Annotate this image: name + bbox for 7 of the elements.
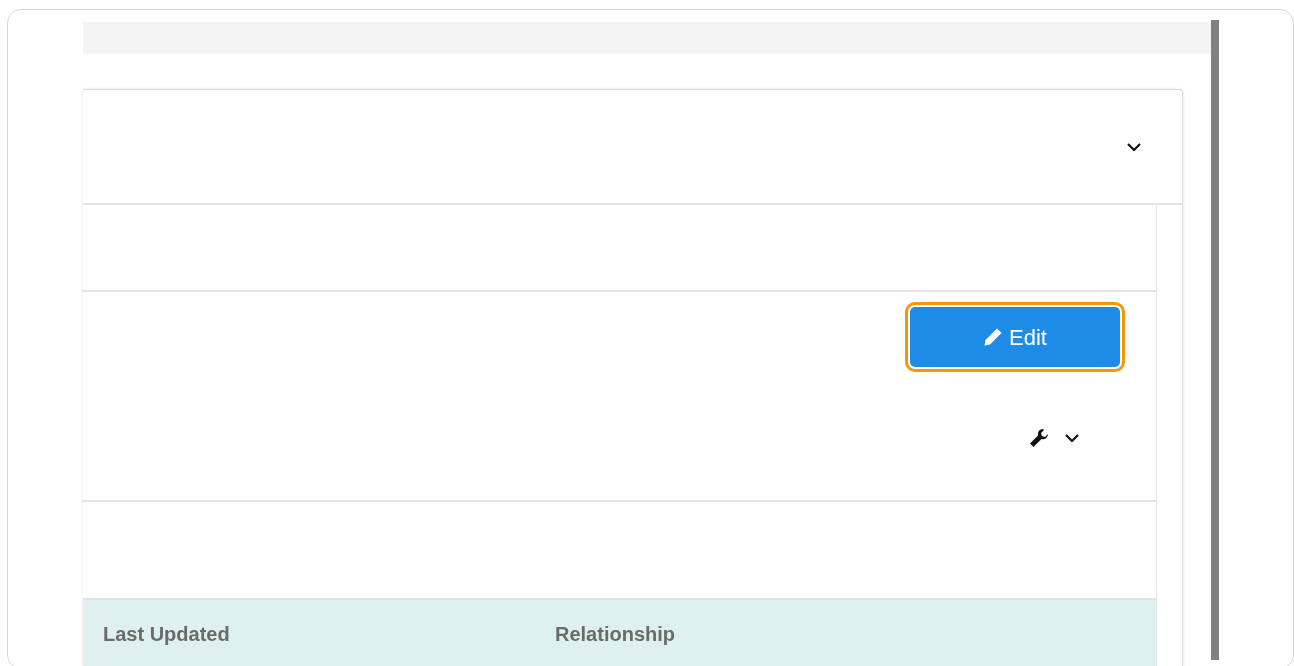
column-header[interactable]: Relationship xyxy=(555,619,955,649)
scrollbar[interactable] xyxy=(1211,20,1219,660)
pencil-icon xyxy=(983,327,1004,347)
chevron-down-icon[interactable] xyxy=(1126,141,1142,152)
chevron-down-icon[interactable] xyxy=(1064,433,1080,443)
column-header[interactable]: Last Updated xyxy=(103,619,555,649)
wrench-icon[interactable] xyxy=(1028,427,1050,449)
